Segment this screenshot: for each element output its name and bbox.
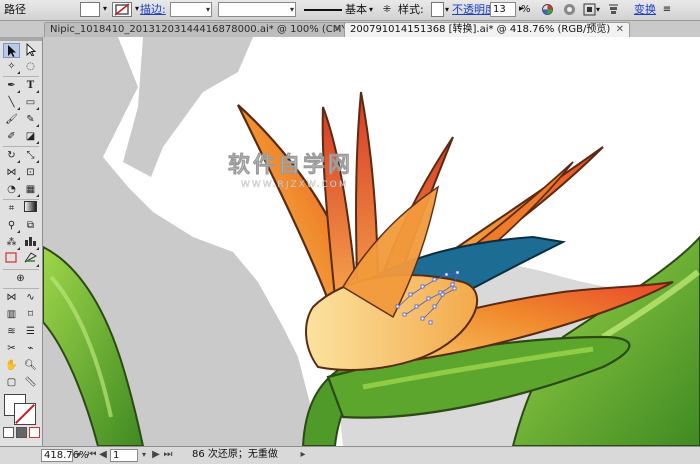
status-menu-arrow[interactable]: ▸ (297, 449, 309, 462)
artboard-tool-icon[interactable] (3, 252, 20, 267)
stroke-panel-link[interactable]: 描边: (140, 2, 166, 17)
width-tool-icon[interactable]: ⋈ (3, 165, 20, 180)
pencil-tool-icon[interactable]: ✎ (22, 112, 39, 127)
stroke-color-swatch[interactable] (112, 2, 132, 17)
document-tab-bar: Nipic_1018410_20131203144416878000.ai* @… (0, 21, 700, 38)
artwork: 软件自学网 WWW.RJZXW.COM (43, 37, 700, 446)
status-bar: 418.76% ▾ ⏮ ◀ 1 ▾ ▶ ⏭ 86 次还原；无重做 ▸ (0, 446, 700, 464)
blend-tool-icon[interactable]: ⧉ (22, 218, 39, 233)
watermark-main: 软件自学网 (228, 152, 353, 178)
blob-brush-tool-icon[interactable]: ✐ (3, 129, 20, 144)
align-dropdown-arrow[interactable]: ▾ (596, 2, 600, 17)
crosshair-icon[interactable]: ⊕ (12, 271, 29, 286)
align-to-icon[interactable] (582, 2, 596, 17)
scissors-tool-icon[interactable]: ✂ (3, 341, 20, 356)
type-tool-icon[interactable]: T (22, 78, 39, 93)
gradient-mode-icon[interactable] (16, 427, 27, 438)
status-text: 86 次还原；无重做 (192, 449, 278, 460)
measure-tool-icon[interactable]: 📏︎ (22, 375, 39, 390)
eyedropper-tool-icon[interactable]: ⚲ (3, 218, 20, 233)
free-transform-tool-icon[interactable]: ⊡ (22, 165, 39, 180)
next-artboard-icon[interactable]: ▶ (150, 449, 162, 462)
knife-tool-icon[interactable]: ⌁ (22, 341, 39, 356)
column-graph-tool-icon[interactable] (22, 235, 39, 250)
scale-tool-icon[interactable]: ⤡ (22, 148, 39, 163)
recolor-artwork-icon[interactable] (540, 2, 554, 17)
global-edit-icon[interactable] (562, 2, 576, 17)
eraser-tool-icon[interactable]: ◪ (22, 129, 39, 144)
hand-tool-icon[interactable]: ✋ (3, 358, 20, 373)
close-tab-icon[interactable]: ✕ (334, 23, 342, 37)
direct-selection-tool-icon[interactable] (22, 42, 39, 58)
tools-panel: ✧ ◌ ✒ T ╲ ▭ 🖌 ✎ ✐ ◪ ↻ ⤡ ⋈ ⊡ ◔ ▦ ⌗ ⚲ ⧉ ⁂ … (0, 37, 43, 446)
selection-tool-icon[interactable] (3, 43, 20, 58)
no-stroke-icon (114, 3, 130, 16)
close-tab-icon[interactable]: ✕ (616, 23, 624, 37)
rectangle-tool-icon[interactable]: ▭ (22, 95, 39, 110)
rotate-tool-icon[interactable]: ↻ (3, 148, 20, 163)
watermark-sub: WWW.RJZXW.COM (241, 180, 349, 190)
opacity-unit: % (521, 4, 531, 15)
magic-wand-tool-icon[interactable]: ✧ (3, 59, 20, 74)
symbol-sprayer-tool-icon[interactable]: ⁂ (3, 235, 20, 250)
brush-options-icon[interactable]: ⁜ (380, 2, 394, 17)
artboard-number-field[interactable]: 1 (110, 449, 138, 462)
fill-color-swatch[interactable] (80, 2, 100, 17)
align-options-icon[interactable] (606, 2, 620, 17)
tab-label: Nipic_1018410_20131203144416878000.ai* @… (50, 24, 382, 35)
align-vertical-icon[interactable]: ☰ (22, 324, 39, 339)
canvas-area[interactable]: 软件自学网 WWW.RJZXW.COM (43, 37, 700, 446)
live-paint-tool-icon[interactable]: ▥ (3, 307, 20, 322)
lasso-tool-icon[interactable]: ◌ (22, 59, 39, 74)
panel-menu-icon[interactable]: ≡ (660, 2, 674, 17)
paintbrush-tool-icon[interactable]: 🖌 (3, 112, 20, 127)
shape-builder-tool-icon[interactable]: ◔ (3, 182, 20, 197)
style-label: 样式: (398, 3, 424, 16)
perspective-tool-icon[interactable]: ▦ (22, 182, 39, 197)
control-bar: 路径 ▾ ▾ 描边: ▾ ▾ 基本 ▾ ⁜ 样式: ▾ 不透明度: 13 ▸ %… (0, 0, 700, 21)
graphic-style-swatch[interactable] (431, 2, 444, 17)
brush-definition-label[interactable]: 基本 (345, 2, 367, 17)
transform-panel-link[interactable]: 变换 (634, 2, 656, 17)
gradient-tool-icon[interactable] (22, 201, 39, 216)
line-tool-icon[interactable]: ╲ (3, 95, 20, 110)
last-artboard-icon[interactable]: ⏭ (162, 449, 174, 462)
previous-artboard-icon[interactable]: ◀ (97, 449, 109, 462)
style-dropdown-arrow[interactable]: ▾ (445, 2, 449, 17)
object-type-label: 路径 (4, 3, 26, 16)
fill-dropdown-arrow[interactable]: ▾ (101, 2, 109, 17)
none-mode-icon[interactable] (29, 427, 40, 438)
artboard-dropdown-arrow[interactable]: ▾ (138, 449, 150, 462)
crystallize-tool-icon[interactable]: ≋ (3, 324, 20, 339)
variable-width-profile[interactable]: ▾ (218, 2, 296, 17)
zoom-field[interactable]: 418.76% (41, 449, 89, 462)
default-fill-stroke-icon[interactable] (3, 427, 14, 438)
brush-stroke-preview (304, 9, 342, 11)
stroke-color-box[interactable] (14, 403, 36, 425)
zoom-dropdown-arrow[interactable]: ▾ (73, 449, 85, 462)
print-tiling-icon[interactable]: ▢ (3, 375, 20, 390)
tab-label: 200791014151368 [转换].ai* @ 418.76% (RGB/… (350, 24, 611, 35)
pen-tool-icon[interactable]: ✒ (3, 78, 20, 93)
tab-document-nipic[interactable]: Nipic_1018410_20131203144416878000.ai* @… (44, 22, 381, 37)
panel-grip[interactable] (0, 37, 42, 41)
twirl-tool-icon[interactable]: ∿ (22, 290, 39, 305)
tab-document-active[interactable]: 200791014151368 [转换].ai* @ 418.76% (RGB/… (344, 22, 630, 37)
mesh-tool-icon[interactable]: ⌗ (3, 201, 20, 216)
brush-dropdown-arrow[interactable]: ▾ (369, 2, 373, 17)
opacity-field[interactable]: 13 (490, 2, 516, 17)
stroke-weight-field[interactable]: ▾ (170, 2, 212, 17)
slice-tool-icon[interactable] (22, 252, 39, 267)
warp-tool-icon[interactable]: ⋈ (3, 290, 20, 305)
zoom-tool-icon[interactable]: 🔍︎ (22, 358, 39, 373)
live-paint-selection-icon[interactable]: ⌑ (22, 307, 39, 322)
